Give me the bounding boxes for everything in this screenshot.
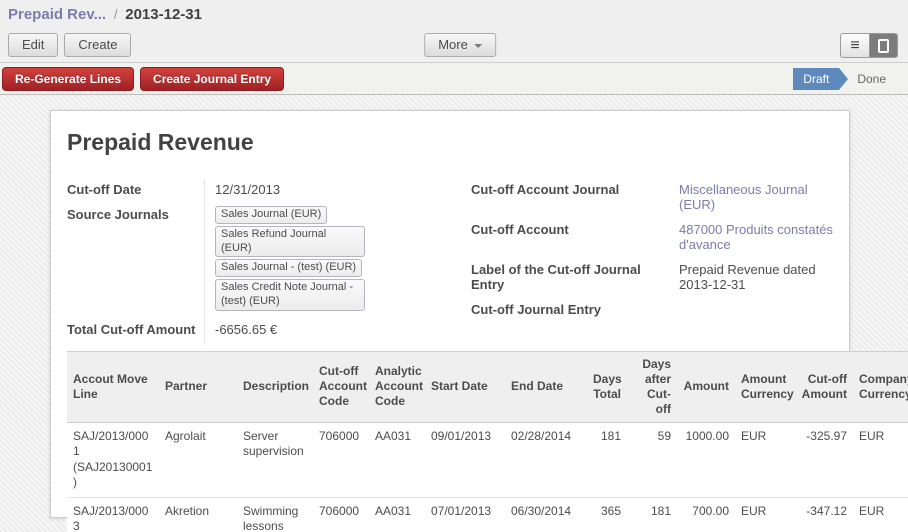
cutoff-account-label: Cut-off Account <box>471 220 669 260</box>
journal-tag: Sales Refund Journal (EUR) <box>215 226 365 258</box>
table-cell: 02/28/2014 <box>505 422 587 497</box>
breadcrumb-current: 2013-12-31 <box>125 6 202 23</box>
table-cell: Akretion <box>159 497 237 532</box>
list-view-icon: ≡ <box>850 38 859 54</box>
source-journals-label: Source Journals <box>67 205 205 320</box>
content-area: Prepaid Revenue Cut-off Date 12/31/2013 … <box>0 95 908 532</box>
entry-label-label: Label of the Cut-off Journal Entry <box>471 260 669 300</box>
column-header[interactable]: Partner <box>159 351 237 422</box>
journal-tag: Sales Journal (EUR) <box>215 206 327 224</box>
form-sheet: Prepaid Revenue Cut-off Date 12/31/2013 … <box>50 110 850 518</box>
table-cell: 09/01/2013 <box>425 422 505 497</box>
action-bar: Re-Generate Lines Create Journal Entry D… <box>0 62 908 95</box>
table-header-row: Accout Move LinePartnerDescriptionCut-of… <box>67 351 908 422</box>
table-cell: 1000.00 <box>677 422 735 497</box>
toolbar: Edit Create More ≡ <box>0 28 908 62</box>
table-cell: SAJ/2013/0003 (SAJ20130003) <box>67 497 159 532</box>
caret-down-icon <box>474 44 482 48</box>
create-button[interactable]: Create <box>64 33 131 57</box>
table-cell: 59 <box>627 422 677 497</box>
cutoff-journal-entry-label: Cut-off Journal Entry <box>471 300 669 325</box>
more-button[interactable]: More <box>424 33 496 57</box>
cutoff-date-value: 12/31/2013 <box>205 180 459 205</box>
table-row[interactable]: SAJ/2013/0003 (SAJ20130003)AkretionSwimm… <box>67 497 908 532</box>
cutoff-lines-list: Accout Move LinePartnerDescriptionCut-of… <box>67 351 833 532</box>
cutoff-journal-value[interactable]: Miscellaneous Journal (EUR) <box>669 180 833 220</box>
edit-button[interactable]: Edit <box>8 33 58 57</box>
column-header[interactable]: Days after Cut-off <box>627 351 677 422</box>
table-cell: EUR <box>853 422 908 497</box>
form-view-icon <box>878 39 889 53</box>
column-header[interactable]: Cut-off Amount <box>793 351 853 422</box>
table-cell: -347.12 <box>793 497 853 532</box>
table-cell: 07/01/2013 <box>425 497 505 532</box>
column-header[interactable]: Analytic Account Code <box>369 351 425 422</box>
cutoff-lines-table: Accout Move LinePartnerDescriptionCut-of… <box>67 351 908 532</box>
create-journal-entry-button[interactable]: Create Journal Entry <box>140 67 284 91</box>
table-cell: Swimming lessons <box>237 497 313 532</box>
statusbar: DraftDone <box>793 68 898 90</box>
journal-tag: Sales Credit Note Journal - (test) (EUR) <box>215 279 365 311</box>
table-body: SAJ/2013/0001 (SAJ20130001)AgrolaitServe… <box>67 422 908 532</box>
table-cell: 181 <box>627 497 677 532</box>
list-view-button[interactable]: ≡ <box>841 34 869 57</box>
column-header[interactable]: Amount Currency <box>735 351 793 422</box>
breadcrumb: Prepaid Rev... / 2013-12-31 <box>0 0 908 28</box>
source-journal-tags: Sales Journal (EUR) Sales Refund Journal … <box>215 205 459 312</box>
breadcrumb-separator: / <box>114 6 118 22</box>
form-group-right: Cut-off Account Journal Miscellaneous Jo… <box>471 180 833 345</box>
column-header[interactable]: Cut-off Account Code <box>313 351 369 422</box>
regenerate-lines-button[interactable]: Re-Generate Lines <box>2 67 134 91</box>
page-title: Prepaid Revenue <box>67 129 833 156</box>
table-cell: -325.97 <box>793 422 853 497</box>
table-cell: EUR <box>735 497 793 532</box>
entry-label-value: Prepaid Revenue dated 2013-12-31 <box>669 260 833 300</box>
breadcrumb-parent-link[interactable]: Prepaid Rev... <box>8 6 106 23</box>
cutoff-date-label: Cut-off Date <box>67 180 205 205</box>
column-header[interactable]: Company Currency <box>853 351 908 422</box>
view-switcher: ≡ <box>840 33 898 58</box>
table-cell: EUR <box>853 497 908 532</box>
form-group-left: Cut-off Date 12/31/2013 Source Journals … <box>67 180 459 345</box>
cutoff-journal-label: Cut-off Account Journal <box>471 180 669 220</box>
table-cell: Agrolait <box>159 422 237 497</box>
table-cell: 700.00 <box>677 497 735 532</box>
table-cell: 181 <box>587 422 627 497</box>
column-header[interactable]: Description <box>237 351 313 422</box>
table-cell: EUR <box>735 422 793 497</box>
table-cell: 365 <box>587 497 627 532</box>
form-view-button[interactable] <box>869 34 897 57</box>
journal-tag: Sales Journal - (test) (EUR) <box>215 259 362 277</box>
more-button-label: More <box>438 37 468 52</box>
column-header[interactable]: Days Total <box>587 351 627 422</box>
table-cell: Server supervision <box>237 422 313 497</box>
table-cell: 706000 <box>313 422 369 497</box>
column-header[interactable]: Accout Move Line <box>67 351 159 422</box>
table-cell: SAJ/2013/0001 (SAJ20130001) <box>67 422 159 497</box>
table-cell: 06/30/2014 <box>505 497 587 532</box>
form-groups: Cut-off Date 12/31/2013 Source Journals … <box>67 180 833 345</box>
column-header[interactable]: Start Date <box>425 351 505 422</box>
column-header[interactable]: Amount <box>677 351 735 422</box>
status-state-draft: Draft <box>793 68 839 90</box>
cutoff-account-value[interactable]: 487000 Produits constatés d'avance <box>669 220 833 260</box>
table-cell: AA031 <box>369 422 425 497</box>
total-cutoff-value: -6656.65 € <box>205 320 459 345</box>
table-cell: 706000 <box>313 497 369 532</box>
column-header[interactable]: End Date <box>505 351 587 422</box>
table-cell: AA031 <box>369 497 425 532</box>
table-row[interactable]: SAJ/2013/0001 (SAJ20130001)AgrolaitServe… <box>67 422 908 497</box>
cutoff-journal-entry-value <box>669 300 833 325</box>
total-cutoff-label: Total Cut-off Amount <box>67 320 205 345</box>
